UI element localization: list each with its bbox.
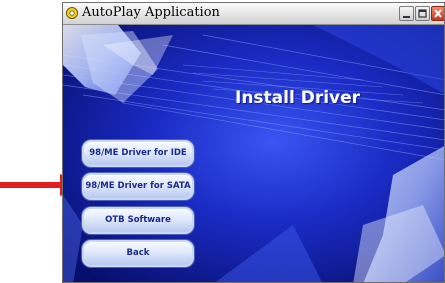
maximize-icon (418, 9, 427, 18)
minimize-icon (403, 16, 410, 18)
window-title: AutoPlay Application (82, 5, 220, 20)
close-button[interactable] (431, 6, 444, 21)
back-button[interactable]: Back (82, 240, 194, 267)
ide-driver-button[interactable]: 98/ME Driver for IDE (82, 140, 194, 167)
page-heading: Install Driver (235, 88, 361, 108)
close-icon (434, 9, 442, 18)
autoplay-app-icon (66, 7, 78, 19)
minimize-button[interactable] (399, 6, 414, 21)
autoplay-window: AutoPlay Application Install Driver 98/M… (62, 2, 445, 283)
maximize-button[interactable] (415, 6, 430, 21)
sata-driver-button[interactable]: 98/ME Driver for SATA (82, 173, 194, 200)
otb-software-button[interactable]: OTB Software (82, 207, 194, 234)
autoplay-content: Install Driver 98/ME Driver for IDE 98/M… (63, 25, 444, 282)
title-bar[interactable]: AutoPlay Application (63, 3, 444, 25)
